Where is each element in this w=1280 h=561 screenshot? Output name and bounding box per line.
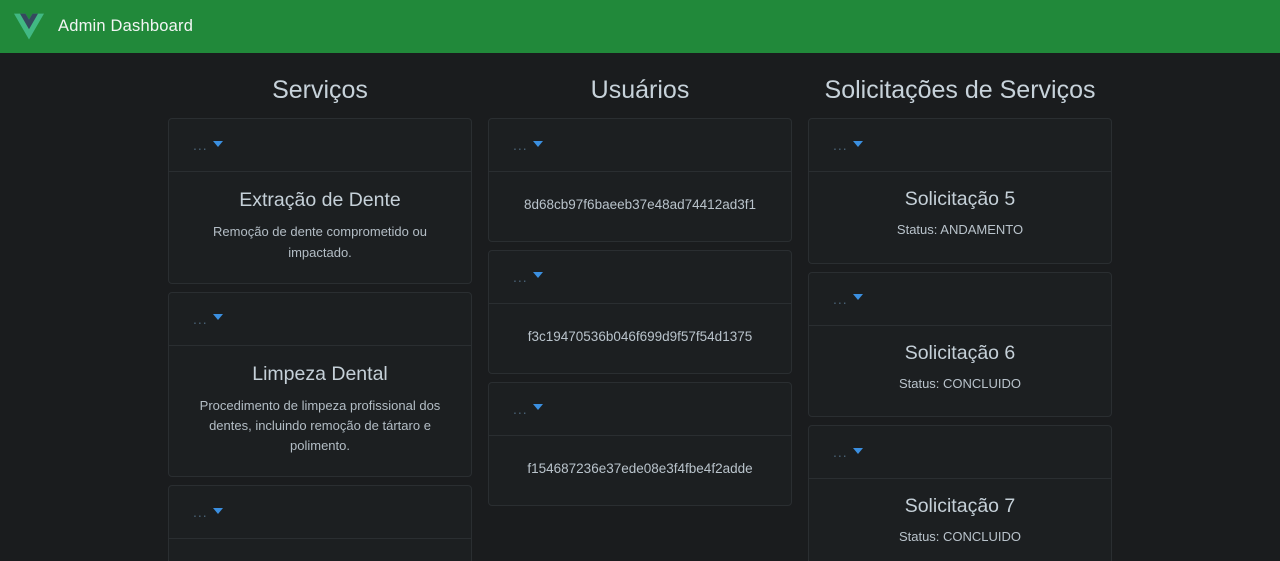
card-options-dropdown[interactable]: ... bbox=[833, 292, 863, 306]
card-body: Limpeza Dental Procedimento de limpeza p… bbox=[169, 346, 471, 477]
card-options-dropdown[interactable]: ... bbox=[833, 138, 863, 152]
column-solicitacoes: Solicitações de Serviços ... Solicitação… bbox=[800, 53, 1120, 561]
dropdown-dots-label: ... bbox=[513, 268, 528, 285]
dropdown-dots-label: ... bbox=[193, 310, 208, 327]
user-card: ... f154687236e37ede08e3f4fbe4f2adde bbox=[488, 381, 792, 506]
request-status: Status: CONCLUIDO bbox=[898, 529, 1022, 545]
service-title: Limpeza Dental bbox=[252, 362, 388, 385]
chevron-down-icon bbox=[852, 140, 863, 147]
request-card: ... Solicitação 6 Status: CONCLUIDO bbox=[808, 271, 1112, 418]
dropdown-dots-label: ... bbox=[833, 137, 848, 153]
user-id: 8d68cb97f6baeeb37e48ad74412ad3f1 bbox=[524, 197, 756, 212]
dropdown-dots-label: ... bbox=[513, 400, 528, 417]
card-options-dropdown[interactable]: ... bbox=[513, 270, 543, 284]
service-title: Extração de Dente bbox=[239, 189, 401, 211]
request-status: Status: ANDAMENTO bbox=[896, 222, 1024, 238]
dropdown-dots-label: ... bbox=[193, 137, 208, 153]
vue-logo-icon bbox=[14, 13, 44, 40]
column-usuarios: Usuários ... 8d68cb97f6baeeb37e48ad74412… bbox=[480, 53, 800, 561]
card-header: ... bbox=[489, 119, 791, 172]
brand-title: Admin Dashboard bbox=[58, 17, 194, 35]
card-body: Solicitação 7 Status: CONCLUIDO bbox=[809, 479, 1111, 561]
service-description: Procedimento de limpeza profissional dos… bbox=[199, 398, 441, 454]
card-header: ... bbox=[169, 119, 471, 172]
column-title-servicos: Serviços bbox=[272, 76, 368, 104]
columns-container: Serviços ... Extração de Dente Remoção d… bbox=[0, 53, 1280, 561]
card-options-dropdown[interactable]: ... bbox=[833, 445, 863, 459]
service-card: ... Limpeza Dental Procedimento de limpe… bbox=[168, 291, 472, 478]
card-header: ... bbox=[809, 426, 1111, 480]
service-card: ... Extração de Dente Remoção de dente c… bbox=[168, 118, 472, 284]
card-body: f154687236e37ede08e3f4fbe4f2adde bbox=[489, 436, 791, 505]
request-card: ... Solicitação 7 Status: CONCLUIDO bbox=[808, 425, 1112, 561]
card-header: ... bbox=[169, 293, 471, 346]
dropdown-dots-label: ... bbox=[833, 290, 848, 307]
chevron-down-icon bbox=[212, 507, 223, 514]
request-title: Solicitação 7 bbox=[904, 495, 1016, 518]
user-card: ... f3c19470536b046f699d9f57f54d1375 bbox=[488, 249, 792, 374]
card-header: ... bbox=[809, 273, 1111, 326]
dropdown-dots-label: ... bbox=[513, 137, 528, 153]
card-header: ... bbox=[169, 486, 471, 540]
column-title-usuarios: Usuários bbox=[590, 76, 690, 104]
dashboard-body: Serviços ... Extração de Dente Remoção d… bbox=[0, 53, 1280, 561]
top-navbar: Admin Dashboard bbox=[0, 0, 1280, 53]
card-body: 8d68cb97f6baeeb37e48ad74412ad3f1 bbox=[489, 172, 791, 241]
request-title: Solicitação 5 bbox=[904, 188, 1016, 210]
card-body bbox=[169, 539, 471, 561]
user-card: ... 8d68cb97f6baeeb37e48ad74412ad3f1 bbox=[488, 118, 792, 242]
request-status: Status: CONCLUIDO bbox=[898, 375, 1022, 391]
column-servicos: Serviços ... Extração de Dente Remoção d… bbox=[160, 53, 480, 561]
user-id: f3c19470536b046f699d9f57f54d1375 bbox=[527, 328, 753, 344]
chevron-down-icon bbox=[532, 272, 543, 279]
card-options-dropdown[interactable]: ... bbox=[193, 138, 223, 152]
chevron-down-icon bbox=[852, 294, 863, 301]
card-body: Solicitação 6 Status: CONCLUIDO bbox=[809, 326, 1111, 417]
chevron-down-icon bbox=[852, 447, 863, 454]
dropdown-dots-label: ... bbox=[833, 444, 848, 461]
chevron-down-icon bbox=[532, 140, 543, 147]
chevron-down-icon bbox=[212, 140, 223, 147]
request-title: Solicitação 6 bbox=[904, 341, 1016, 364]
chevron-down-icon bbox=[532, 404, 543, 411]
chevron-down-icon bbox=[212, 314, 223, 321]
service-card: ... bbox=[168, 485, 472, 561]
card-body: Solicitação 5 Status: ANDAMENTO bbox=[809, 172, 1111, 263]
brand-link[interactable]: Admin Dashboard bbox=[14, 13, 193, 40]
card-options-dropdown[interactable]: ... bbox=[513, 402, 543, 416]
request-card: ... Solicitação 5 Status: ANDAMENTO bbox=[808, 118, 1112, 264]
card-body: Extração de Dente Remoção de dente compr… bbox=[169, 172, 471, 283]
card-header: ... bbox=[489, 251, 791, 304]
column-title-solicitacoes: Solicitações de Serviços bbox=[824, 76, 1096, 104]
card-options-dropdown[interactable]: ... bbox=[513, 138, 543, 152]
dropdown-dots-label: ... bbox=[193, 504, 208, 521]
card-header: ... bbox=[809, 119, 1111, 172]
user-id: f154687236e37ede08e3f4fbe4f2adde bbox=[527, 460, 753, 476]
card-body: f3c19470536b046f699d9f57f54d1375 bbox=[489, 304, 791, 373]
card-options-dropdown[interactable]: ... bbox=[193, 312, 223, 326]
card-header: ... bbox=[489, 383, 791, 436]
service-description: Remoção de dente comprometido ou impacta… bbox=[213, 224, 427, 260]
card-options-dropdown[interactable]: ... bbox=[193, 505, 223, 519]
